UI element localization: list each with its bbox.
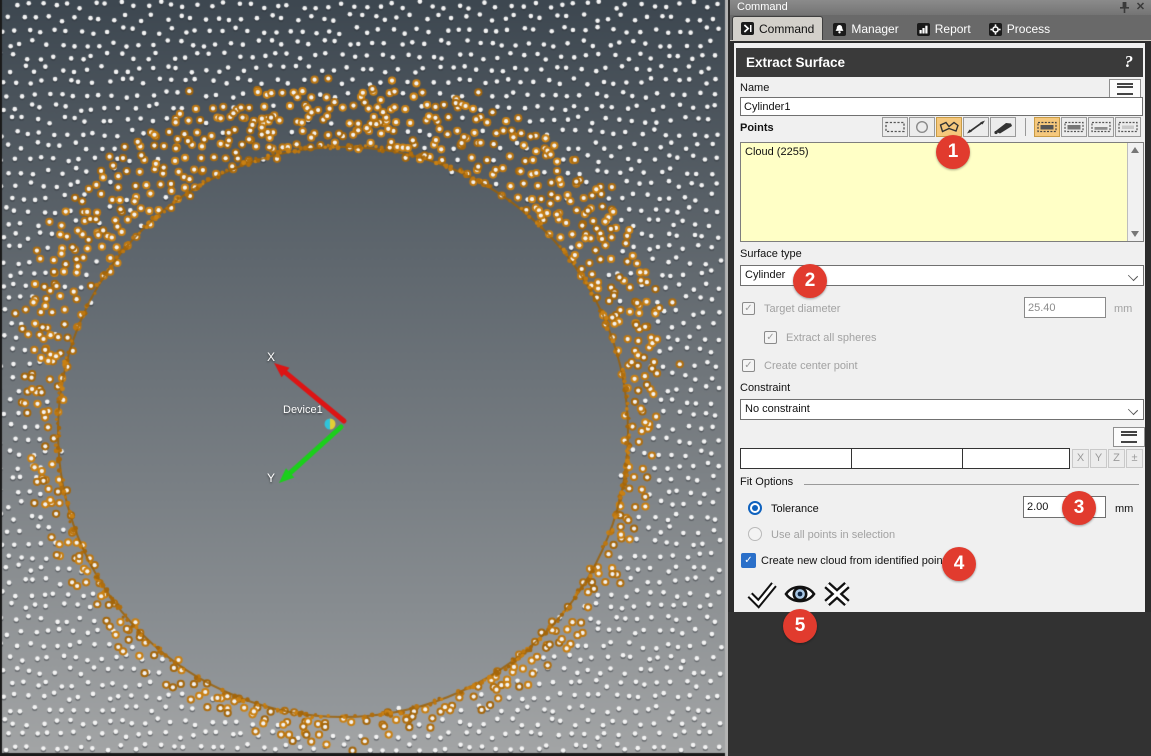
tab-command[interactable]: Command <box>732 16 823 40</box>
x-icon <box>820 578 854 610</box>
select-mode-3-button[interactable] <box>1088 117 1114 137</box>
list-scrollbar[interactable] <box>1127 143 1143 241</box>
select-mode-4-button[interactable] <box>1115 117 1141 137</box>
axis-y-button[interactable]: Y <box>1090 449 1107 468</box>
target-diameter-label: Target diameter <box>764 303 840 315</box>
use-all-points-label: Use all points in selection <box>771 529 895 541</box>
select-mode-2-icon <box>1062 118 1086 136</box>
panel-titlebar[interactable]: Command ✕ <box>730 0 1151 15</box>
manager-tab-icon <box>833 23 846 36</box>
constraint-select[interactable]: No constraint <box>740 399 1144 420</box>
use-all-points-radio[interactable] <box>748 527 762 541</box>
coordinate-x-field[interactable] <box>741 449 850 468</box>
pin-icon[interactable] <box>1118 1 1131 14</box>
constraint-menu-button[interactable] <box>1113 427 1145 447</box>
toolbar-separator <box>1025 118 1026 136</box>
surface-type-label: Surface type <box>740 248 802 260</box>
extract-surface-form: Extract Surface ? Name Points <box>733 42 1146 614</box>
target-diameter-unit: mm <box>1114 303 1132 315</box>
tolerance-label: Tolerance <box>771 503 819 515</box>
extract-all-spheres-checkbox[interactable]: ✓ <box>764 331 777 344</box>
cancel-button[interactable] <box>820 578 854 610</box>
report-tab-icon <box>917 23 930 36</box>
axis-x-button[interactable]: X <box>1072 449 1089 468</box>
brush-select-icon <box>991 118 1015 136</box>
freeform-select-button[interactable] <box>936 117 962 137</box>
axis-pm-button[interactable]: ± <box>1126 449 1143 468</box>
brush-select-button[interactable] <box>990 117 1016 137</box>
tab-manager[interactable]: Manager <box>825 18 906 40</box>
select-mode-3-icon <box>1089 118 1113 136</box>
points-label: Points <box>740 122 774 134</box>
callout-4: 4 <box>942 547 976 581</box>
fit-options-divider <box>804 484 1139 485</box>
confirm-button[interactable] <box>745 578 779 610</box>
checkmark-icon <box>745 578 779 610</box>
extract-all-spheres-label: Extract all spheres <box>786 332 876 344</box>
close-icon[interactable]: ✕ <box>1134 1 1147 14</box>
create-new-cloud-checkbox[interactable]: ✓ <box>741 553 756 568</box>
freeform-select-icon <box>937 118 961 136</box>
hamburger-icon <box>1121 431 1137 443</box>
callout-3: 3 <box>1062 491 1096 525</box>
select-mode-2-button[interactable] <box>1061 117 1087 137</box>
chevron-down-icon <box>1128 271 1138 281</box>
select-mode-1-button[interactable] <box>1034 117 1060 137</box>
list-item[interactable]: Cloud (2255) <box>745 146 809 158</box>
coordinate-y-field[interactable] <box>852 449 961 468</box>
viewport-3d[interactable] <box>0 0 728 756</box>
name-input[interactable] <box>740 97 1143 116</box>
application-window: X Device1 Y Command ✕ Command Manager Re… <box>0 0 1151 756</box>
callout-5: 5 <box>783 609 817 643</box>
coordinate-z-field[interactable] <box>963 449 1069 468</box>
circle-select-icon <box>910 118 934 136</box>
eye-icon <box>783 578 817 610</box>
create-new-cloud-label: Create new cloud from identified points <box>761 555 951 567</box>
panel-title: Command <box>737 1 788 13</box>
tolerance-radio[interactable] <box>748 501 762 515</box>
name-menu-button[interactable] <box>1109 79 1141 99</box>
coordinate-fields <box>740 448 1070 469</box>
scroll-up-icon[interactable] <box>1131 147 1139 153</box>
circle-select-button[interactable] <box>909 117 935 137</box>
tab-process[interactable]: Process <box>981 18 1058 40</box>
line-select-icon <box>964 118 988 136</box>
process-tab-icon <box>989 23 1002 36</box>
chevron-down-icon <box>1128 405 1138 415</box>
help-icon[interactable]: ? <box>1125 52 1134 72</box>
panel-tabbar: Command Manager Report Process <box>730 15 1151 41</box>
constraint-label: Constraint <box>740 382 790 394</box>
dialog-title: Extract Surface ? <box>736 48 1143 77</box>
callout-2: 2 <box>793 264 827 298</box>
hamburger-icon <box>1117 83 1133 95</box>
name-label: Name <box>740 82 769 94</box>
axis-z-button[interactable]: Z <box>1108 449 1125 468</box>
callout-1: 1 <box>936 135 970 169</box>
line-select-button[interactable] <box>963 117 989 137</box>
rectangle-select-icon <box>883 118 907 136</box>
fit-options-label: Fit Options <box>740 476 793 488</box>
tolerance-unit: mm <box>1115 503 1133 515</box>
target-diameter-checkbox[interactable]: ✓ <box>742 302 755 315</box>
tab-report[interactable]: Report <box>909 18 979 40</box>
select-mode-4-icon <box>1116 118 1140 136</box>
target-diameter-input[interactable] <box>1024 297 1106 318</box>
command-tab-icon <box>741 22 754 35</box>
rectangle-select-button[interactable] <box>882 117 908 137</box>
preview-button[interactable] <box>783 578 817 610</box>
create-center-point-label: Create center point <box>764 360 858 372</box>
create-center-point-checkbox[interactable]: ✓ <box>742 359 755 372</box>
select-mode-1-icon <box>1035 118 1059 136</box>
scroll-down-icon[interactable] <box>1131 231 1139 237</box>
